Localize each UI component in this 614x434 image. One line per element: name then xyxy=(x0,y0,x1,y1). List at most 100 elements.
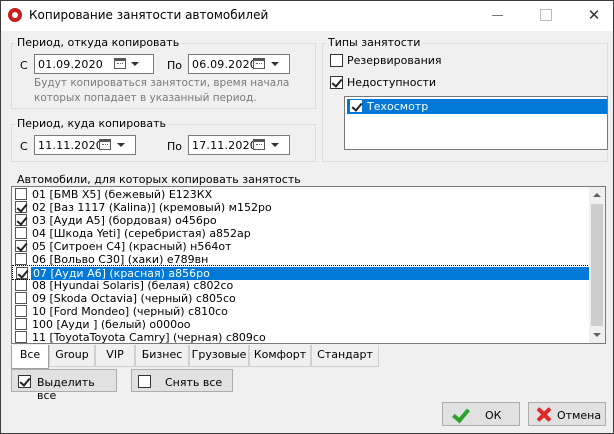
cars-legend: Автомобили, для которых копировать занят… xyxy=(15,173,303,186)
cross-icon xyxy=(535,406,552,423)
checkbox-checked-icon xyxy=(18,375,31,388)
target-to-label: По xyxy=(167,140,183,153)
target-to-date-value: 17.11.2020 xyxy=(192,139,257,152)
car-list-item[interactable]: 03 [Ауди А5] (бордовая) о456ро xyxy=(12,213,590,228)
unavailability-checkbox[interactable] xyxy=(330,76,343,89)
source-from-date-picker[interactable]: 01.09.2020 xyxy=(34,54,154,74)
car-checkbox[interactable] xyxy=(16,267,28,279)
select-all-label: Выделить все xyxy=(37,376,95,402)
car-checkbox[interactable] xyxy=(15,214,27,226)
car-list-item[interactable]: 04 [Шкода Yeti] (серебристая) а852ар xyxy=(12,226,590,241)
window-title: Копирование занятости автомобилей xyxy=(29,8,269,22)
cancel-button[interactable]: Отмена xyxy=(528,402,606,426)
calendar-icon[interactable] xyxy=(253,139,265,150)
source-to-date-value: 06.09.2020 xyxy=(192,58,257,71)
scroll-thumb[interactable] xyxy=(591,204,603,326)
target-to-date-picker[interactable]: 17.11.2020 xyxy=(188,135,290,155)
car-list-item[interactable]: 100 [Ауди ] (белый) о000оо xyxy=(12,317,590,332)
car-label: 10 [Ford Mondeo] (черный) с810со xyxy=(32,305,228,318)
car-checkbox[interactable] xyxy=(15,279,27,291)
deselect-all-button[interactable]: Снять все xyxy=(131,369,233,392)
select-all-button[interactable]: Выделить все xyxy=(11,369,117,402)
calendar-icon[interactable] xyxy=(253,58,265,69)
occupancy-type-label: Техосмотр xyxy=(367,100,429,113)
checkbox-empty-icon xyxy=(138,375,151,388)
close-button[interactable]: ✕ xyxy=(584,5,604,25)
car-checkbox[interactable] xyxy=(15,240,27,252)
cars-checklist[interactable]: 11 [ToyotaToyota Camry] (черная) с809со 1… xyxy=(11,186,606,344)
source-period-hint: Будут копироваться занятости, время нача… xyxy=(34,76,289,106)
target-from-date-picker[interactable]: 11.11.2020 xyxy=(34,135,136,155)
chevron-down-icon[interactable] xyxy=(271,143,279,147)
chevron-down-icon[interactable] xyxy=(117,143,125,147)
source-from-date-value: 01.09.2020 xyxy=(38,58,103,71)
car-list-item[interactable]: 07 [Ауди А6] (красная) а856ро xyxy=(12,265,591,280)
car-label: 07 [Ауди А6] (красная) а856ро xyxy=(31,267,591,280)
copy-occupancy-dialog: Копирование занятости автомобилей ✕ Пери… xyxy=(0,0,614,434)
source-to-date-picker[interactable]: 06.09.2020 xyxy=(188,54,290,74)
car-label: 04 [Шкода Yeti] (серебристая) а852ар xyxy=(32,227,251,240)
hint-line-1: Будут копироваться занятости, время нача… xyxy=(34,77,290,89)
reservations-checkbox[interactable] xyxy=(330,54,343,67)
source-to-label: По xyxy=(167,59,183,72)
calendar-icon[interactable] xyxy=(114,58,126,69)
occupancy-type-checkbox[interactable] xyxy=(350,100,362,112)
tab-6[interactable]: Стандарт xyxy=(311,345,379,367)
car-list-item[interactable]: 08 [Hyundai Solaris] (белая) с802со xyxy=(12,278,590,293)
tab-1[interactable]: Group xyxy=(49,345,95,367)
chevron-down-icon[interactable] xyxy=(131,62,139,66)
tab-2[interactable]: VIP xyxy=(95,345,135,367)
tab-0[interactable]: Все xyxy=(11,345,49,369)
car-checkbox[interactable] xyxy=(15,201,27,213)
occupancy-type-item[interactable]: Техосмотр xyxy=(347,99,607,114)
car-label: 11 [ToyotaToyota Camry] (черная) с809со xyxy=(32,331,266,344)
car-list-item[interactable]: 09 [Skoda Octavia] (черный) с805со xyxy=(12,291,590,306)
cancel-label: Отмена xyxy=(557,409,602,422)
reservations-label[interactable]: Резервирования xyxy=(347,54,442,67)
checkmark-icon xyxy=(452,407,468,421)
car-label: 01 [БМВ X5] (бежевый) Е123КХ xyxy=(32,188,213,201)
car-label: 06 [Вольво С30] (хаки) е789вн xyxy=(32,253,209,266)
title-bar: Копирование занятости автомобилей ✕ xyxy=(1,1,613,31)
target-from-date-value: 11.11.2020 xyxy=(38,139,103,152)
car-checkbox[interactable] xyxy=(15,305,27,317)
deselect-all-label: Снять все xyxy=(165,376,223,389)
cars-scrollbar[interactable] xyxy=(589,187,605,343)
scroll-down-icon[interactable] xyxy=(589,327,605,343)
chevron-down-icon[interactable] xyxy=(271,62,279,66)
car-checkbox[interactable] xyxy=(15,188,27,200)
car-checkbox[interactable] xyxy=(15,227,27,239)
target-from-label: С xyxy=(20,140,28,153)
car-checkbox[interactable] xyxy=(15,253,27,265)
source-from-label: С xyxy=(20,59,28,72)
app-icon xyxy=(8,8,22,22)
ok-label: ОК xyxy=(485,409,502,422)
scroll-up-icon[interactable] xyxy=(589,187,605,203)
hint-line-2: которых попадает в указанный период. xyxy=(34,92,257,104)
car-checkbox[interactable] xyxy=(15,318,27,330)
tab-4[interactable]: Грузовые xyxy=(189,345,249,367)
calendar-icon[interactable] xyxy=(99,139,111,150)
ok-button[interactable]: ОК xyxy=(442,402,520,426)
tab-3[interactable]: Бизнес xyxy=(135,345,189,367)
unavailability-types-list[interactable]: Техосмотр xyxy=(344,96,608,150)
minimize-button[interactable] xyxy=(488,5,508,25)
unavailability-label[interactable]: Недоступности xyxy=(347,76,436,89)
car-label: 05 [Ситроен С4] (красный) н564от xyxy=(32,240,232,253)
car-label: 03 [Ауди А5] (бордовая) о456ро xyxy=(32,214,217,227)
car-list-item[interactable]: 06 [Вольво С30] (хаки) е789вн xyxy=(12,252,590,267)
car-list-item[interactable]: 11 [ToyotaToyota Camry] (черная) с809со xyxy=(12,330,590,344)
car-label: 09 [Skoda Octavia] (черный) с805со xyxy=(32,292,236,305)
car-label: 02 [Ваз 1117 (Kalina)] (кремовый) м152ро xyxy=(32,201,272,214)
car-checkbox[interactable] xyxy=(15,331,27,343)
maximize-button[interactable] xyxy=(536,5,556,25)
car-list-item[interactable]: 02 [Ваз 1117 (Kalina)] (кремовый) м152ро xyxy=(12,200,590,215)
tab-5[interactable]: Комфорт xyxy=(249,345,311,367)
source-period-legend: Период, откуда копировать xyxy=(15,36,182,49)
occupancy-types-legend: Типы занятости xyxy=(326,36,423,49)
car-list-item[interactable]: 05 [Ситроен С4] (красный) н564от xyxy=(12,239,590,254)
car-checkbox[interactable] xyxy=(15,292,27,304)
car-list-item[interactable]: 01 [БМВ X5] (бежевый) Е123КХ xyxy=(12,187,590,202)
car-label: 08 [Hyundai Solaris] (белая) с802со xyxy=(32,279,234,292)
car-list-item[interactable]: 10 [Ford Mondeo] (черный) с810со xyxy=(12,304,590,319)
